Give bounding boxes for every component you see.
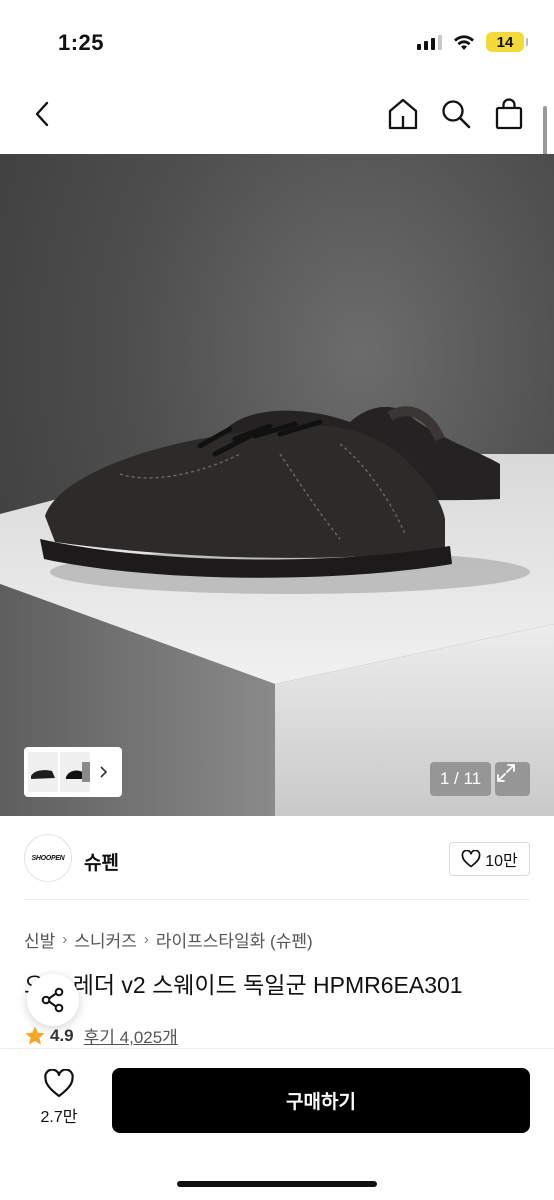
thumbnail-2[interactable]	[60, 752, 90, 792]
chevron-right-icon	[100, 766, 108, 778]
status-time: 1:25	[58, 30, 105, 55]
product-title: 오드 레더 v2 스웨이드 독일군 HPMR6EA301	[24, 972, 463, 998]
search-button[interactable]	[436, 94, 476, 134]
brand-name[interactable]: 슈펜	[84, 848, 119, 875]
breadcrumb: 신발 › 스니커즈 › 라이프스타일화 (슈펜)	[24, 927, 313, 952]
heart-icon	[44, 1069, 74, 1098]
share-button[interactable]	[27, 974, 79, 1026]
image-counter: 1 / 11	[430, 762, 491, 796]
star-icon	[25, 1026, 45, 1045]
product-image-gallery[interactable]: 1 / 11	[0, 154, 554, 816]
home-button[interactable]	[383, 94, 423, 134]
wishlist-count: 2.7만	[40, 1109, 78, 1126]
brand-row[interactable]: SHOOPEN 슈펜 10만	[0, 830, 554, 888]
brand-like-button[interactable]: 10만	[449, 842, 530, 876]
heart-icon	[461, 850, 481, 868]
chevron-left-icon	[35, 101, 49, 127]
share-icon	[41, 987, 64, 1013]
cellular-signal-icon	[417, 34, 442, 50]
shopping-bag-icon	[495, 98, 523, 130]
chevron-right-icon: ›	[143, 931, 149, 948]
back-button[interactable]	[22, 94, 62, 134]
breadcrumb-item[interactable]: 스니커즈	[74, 927, 137, 952]
expand-icon	[497, 764, 515, 782]
thumbnail-strip[interactable]	[24, 747, 122, 797]
status-bar: 1:25 14	[0, 0, 554, 80]
brand-like-count: 10만	[485, 853, 518, 870]
home-icon	[388, 98, 418, 130]
status-icons: 14	[417, 32, 528, 52]
rating-value: 4.9	[50, 1025, 74, 1045]
thumbnail-1[interactable]	[28, 752, 58, 792]
breadcrumb-item[interactable]: 신발	[24, 927, 55, 952]
divider	[24, 899, 530, 900]
buy-button[interactable]: 구매하기	[112, 1068, 530, 1133]
wifi-icon	[454, 35, 474, 50]
search-icon	[442, 100, 471, 129]
review-count-link[interactable]: 후기 4,025개	[84, 1023, 178, 1048]
product-photo	[0, 406, 554, 816]
top-nav	[0, 80, 554, 152]
home-indicator	[177, 1181, 377, 1187]
rating-row: 4.9 후기 4,025개	[24, 1023, 178, 1048]
battery-indicator: 14	[486, 32, 528, 52]
wishlist-button[interactable]: 2.7만	[24, 1069, 94, 1133]
bottom-action-bar: 2.7만 구매하기	[0, 1048, 554, 1200]
chevron-right-icon: ›	[62, 931, 68, 948]
cart-button[interactable]	[489, 94, 529, 134]
expand-image-button[interactable]	[495, 762, 530, 796]
breadcrumb-item[interactable]: 라이프스타일화 (슈펜)	[156, 927, 313, 952]
brand-logo[interactable]: SHOOPEN	[24, 834, 72, 882]
